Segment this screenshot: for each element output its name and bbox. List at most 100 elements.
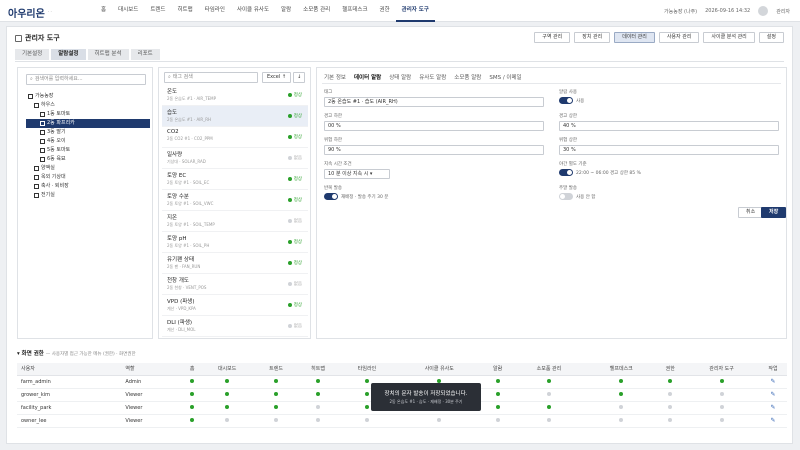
admin-action-button[interactable]: 설정 — [758, 32, 784, 43]
nav-item[interactable]: 권한 — [374, 0, 396, 22]
settings-tab[interactable]: 리포트 — [130, 49, 160, 60]
nav-item[interactable]: 알람 — [275, 0, 297, 22]
download-button[interactable]: ↓ — [293, 72, 306, 83]
permission-cell[interactable] — [684, 388, 759, 402]
tag-list-item[interactable]: 토양 EC 2동 토양 #1 · SOIL_EC 정상 — [162, 169, 308, 190]
cancel-button[interactable]: 취소 — [738, 207, 764, 218]
permission-cell[interactable] — [255, 375, 298, 389]
tag-list-item[interactable]: 지온 2동 토양 #1 · SOIL_TEMP 없음 — [162, 211, 308, 232]
permission-cell[interactable] — [255, 414, 298, 428]
tag-list-item[interactable]: CO2 2동 CO2 #1 · CO2_PPM 정상 — [162, 127, 308, 148]
warn-low-field[interactable]: 00 % — [324, 121, 544, 131]
permission-cell[interactable] — [199, 375, 256, 389]
tag-list-item[interactable]: 천창 개도 2동 천창 · VENT_POS 없음 — [162, 274, 308, 295]
permission-cell[interactable] — [255, 401, 298, 415]
tag-list-item[interactable]: 온도 2동 온습도 #1 · AIR_TEMP 정상 — [162, 85, 308, 106]
page-title-checkbox[interactable] — [15, 34, 22, 42]
permission-cell[interactable] — [511, 375, 587, 389]
weekend-toggle[interactable] — [559, 193, 573, 200]
tree-node[interactable]: 축사 · 퇴비장 — [26, 182, 150, 191]
permission-cell[interactable] — [339, 414, 395, 428]
danger-low-field[interactable]: 90 % — [324, 145, 544, 155]
warn-high-field[interactable]: 40 % — [559, 121, 779, 131]
alarm-subtab[interactable]: 상태 알람 — [389, 73, 411, 83]
farm-name[interactable]: 가능농장 (나주) — [664, 8, 697, 15]
tag-list-item[interactable]: 토양 pH 2동 토양 #1 · SOIL_PH 정상 — [162, 232, 308, 253]
nav-item[interactable]: 히트맵 — [172, 0, 199, 22]
night-toggle[interactable] — [559, 169, 573, 176]
alarm-subtab[interactable]: 기본 정보 — [324, 73, 346, 83]
settings-tab[interactable]: 알람설정 — [51, 49, 86, 60]
tree-node[interactable]: 1동 토마토 — [26, 110, 150, 119]
permission-cell[interactable] — [656, 401, 685, 415]
permission-cell[interactable] — [586, 375, 657, 389]
tag-list-item[interactable]: 일사량 기상대 · SOLAR_RAD 없음 — [162, 148, 308, 169]
permission-cell[interactable] — [656, 375, 685, 389]
permission-cell[interactable] — [483, 388, 512, 402]
settings-tab[interactable]: 히트맵 분석 — [87, 49, 129, 60]
avatar[interactable] — [758, 6, 769, 16]
tree-node[interactable]: 6동 육묘 — [26, 155, 150, 164]
tag-list-item[interactable]: DLI (파생) 계산 · DLI_MOL 없음 — [162, 316, 308, 337]
permission-cell[interactable] — [483, 401, 512, 415]
tree-node[interactable]: 하우스 — [26, 101, 150, 110]
alarm-subtab[interactable]: 소모품 알람 — [454, 73, 481, 83]
admin-action-button[interactable]: 장치 관리 — [574, 32, 611, 43]
permission-cell[interactable] — [255, 388, 298, 402]
alarm-use-toggle[interactable] — [559, 97, 573, 104]
nav-item[interactable]: 대시보드 — [112, 0, 144, 22]
tree-node[interactable]: 가능농장 — [26, 92, 150, 101]
permission-cell[interactable] — [297, 414, 340, 428]
permission-cell[interactable] — [586, 388, 657, 402]
nav-item[interactable]: 소모품 관리 — [297, 0, 336, 22]
permission-cell[interactable] — [185, 375, 200, 389]
permission-cell[interactable] — [394, 414, 484, 428]
tree-node[interactable]: 전기실 — [26, 191, 150, 200]
tag-list-item[interactable]: 유기팬 상태 2동 팬 · FAN_RUN 정상 — [162, 253, 308, 274]
permission-cell[interactable] — [199, 414, 256, 428]
alarm-subtab[interactable]: 데이터 알람 — [354, 73, 381, 83]
nav-item[interactable]: 홈 — [95, 0, 112, 22]
permission-cell[interactable] — [483, 375, 512, 389]
app-logo[interactable]: 아우리온 — [8, 5, 45, 20]
nav-item[interactable]: 타임라인 — [199, 0, 231, 22]
permission-cell[interactable] — [483, 414, 512, 428]
settings-tab[interactable]: 기본설정 — [15, 49, 50, 60]
permission-cell[interactable] — [297, 375, 340, 389]
permission-cell[interactable] — [656, 414, 685, 428]
tree-node[interactable]: 2동 파프리카 — [26, 119, 150, 128]
tree-node[interactable]: 3동 딸기 — [26, 128, 150, 137]
nav-item[interactable]: 관리자 도구 — [395, 0, 435, 22]
nav-item[interactable]: 사이클 유사도 — [231, 0, 275, 22]
duration-select[interactable]: 10 분 이상 지속 시 ▾ — [324, 169, 390, 179]
admin-action-button[interactable]: 데이터 관리 — [614, 32, 655, 43]
admin-action-button[interactable]: 구역 관리 — [534, 32, 571, 43]
permission-cell[interactable] — [656, 388, 685, 402]
alarm-subtab[interactable]: SMS / 이메일 — [489, 73, 521, 83]
permission-cell[interactable] — [684, 414, 759, 428]
permission-cell[interactable] — [297, 388, 340, 402]
edit-icon[interactable]: ✎ — [770, 391, 775, 398]
tag-list-item[interactable]: 토양 수분 2동 토양 #1 · SOIL_VWC 정상 — [162, 190, 308, 211]
permission-cell[interactable] — [185, 401, 200, 415]
tag-list-item[interactable]: VPD (파생) 계산 · VPD_KPA 정상 — [162, 295, 308, 316]
tag-search[interactable]: ⌕ 태그 검색 — [164, 72, 258, 83]
danger-high-field[interactable]: 30 % — [559, 145, 779, 155]
admin-action-button[interactable]: 사용자 관리 — [658, 32, 700, 43]
permission-cell[interactable] — [511, 401, 587, 415]
permission-cell[interactable] — [586, 401, 657, 415]
permission-cell[interactable] — [185, 388, 200, 402]
tag-list-item[interactable]: 습도 2동 온습도 #1 · AIR_RH 정상 — [162, 106, 308, 127]
tree-node[interactable]: 옥외 기상대 — [26, 173, 150, 182]
repeat-toggle[interactable] — [324, 193, 338, 200]
alarm-subtab[interactable]: 유사도 알람 — [419, 73, 446, 83]
tree-node[interactable]: 4동 오이 — [26, 137, 150, 146]
nav-item[interactable]: 헬프데스크 — [336, 0, 373, 22]
tree-search[interactable]: ⌕ 검색어를 입력하세요... — [26, 74, 146, 85]
user-name[interactable]: 관리자 — [776, 8, 790, 15]
permission-cell[interactable] — [684, 401, 759, 415]
tree-node[interactable]: 5동 토마토 — [26, 146, 150, 155]
edit-icon[interactable]: ✎ — [770, 417, 775, 424]
permission-cell[interactable] — [684, 375, 759, 389]
permission-cell[interactable] — [586, 414, 657, 428]
